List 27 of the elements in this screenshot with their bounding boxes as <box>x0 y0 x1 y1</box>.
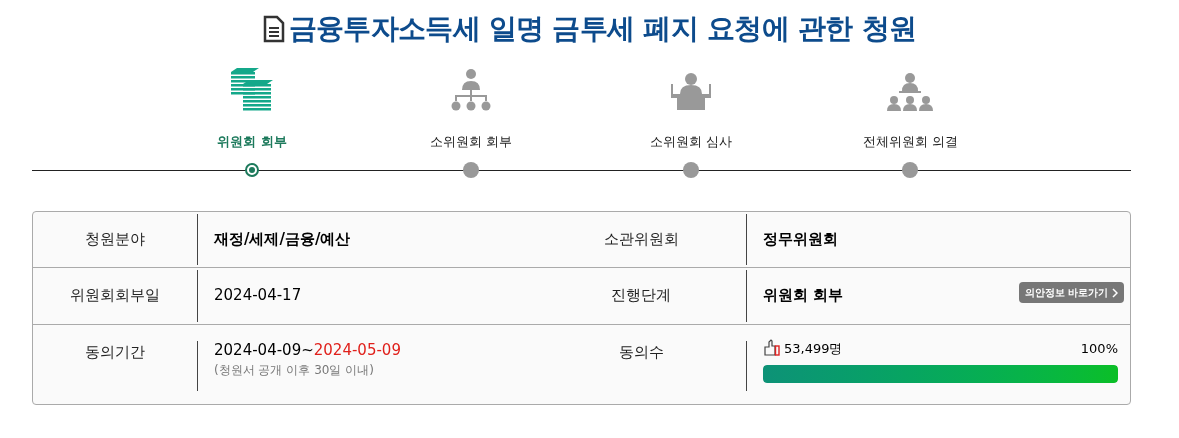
consent-count: 53,499명 <box>784 339 844 358</box>
consent-label: 동의수 <box>617 341 665 363</box>
step-label: 전체위원회 의결 <box>862 133 958 151</box>
step-label: 위원회 회부 <box>217 133 287 151</box>
period-end: 2024-05-09 <box>313 339 401 361</box>
field-label: 청원분야 <box>84 228 146 250</box>
stage-label: 진행단계 <box>610 285 672 307</box>
bill-info-button[interactable]: 의안정보 바로가기 <box>1018 282 1124 303</box>
stage-value: 위원회 회부 <box>762 285 845 307</box>
chevron-right-icon <box>1112 287 1118 298</box>
field-value: 재정/세제/금융/예산 <box>213 228 352 250</box>
period-label: 동의기간 <box>84 341 146 363</box>
step-label: 소위원회 심사 <box>649 133 732 151</box>
consent-percent: 100% <box>1080 339 1118 358</box>
thumbs-up-icon <box>763 339 781 358</box>
document-icon <box>262 15 285 43</box>
committee-label: 소관위원회 <box>602 228 680 250</box>
referral-date-label: 위원회회부일 <box>69 285 161 307</box>
step-label: 소위원회 회부 <box>430 133 513 151</box>
committee-value: 정무위원회 <box>762 228 838 250</box>
period-note: (청원서 공개 이후 30일 이내) <box>214 362 375 379</box>
podium-speaker-icon <box>668 72 713 112</box>
presenter-audience-icon <box>887 72 934 112</box>
referral-date-value: 2024-04-17 <box>213 285 303 307</box>
period-start: 2024-04-09~ <box>214 339 314 361</box>
document-stack-icon <box>230 68 273 112</box>
petition-title: 금융투자소득세 일명 금투세 폐지 요청에 관한 청원 <box>288 11 917 47</box>
